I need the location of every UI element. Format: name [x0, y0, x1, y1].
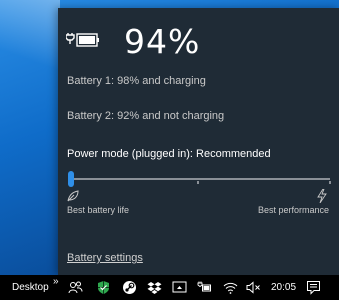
display-icon[interactable]: [172, 280, 187, 295]
slider-tick: [197, 181, 199, 184]
battery-settings-link[interactable]: Battery settings: [67, 252, 143, 264]
power-mode-slider-thumb[interactable]: [68, 171, 74, 187]
action-center-icon[interactable]: [306, 280, 321, 295]
slider-tick: [329, 181, 331, 184]
slider-left-label: Best battery life: [67, 205, 130, 215]
leaf-icon: [67, 190, 79, 202]
defender-icon[interactable]: [96, 280, 111, 295]
wifi-icon[interactable]: [223, 280, 238, 295]
volume-muted-icon[interactable]: [246, 280, 261, 295]
slider-right-label: Best performance: [257, 205, 329, 215]
people-icon[interactable]: [68, 280, 83, 295]
power-mode-slider-track[interactable]: [68, 178, 330, 180]
steam-icon[interactable]: [122, 280, 137, 295]
taskbar: Desktop » 20:05: [0, 275, 339, 300]
toolbar-chevron-icon[interactable]: »: [53, 276, 59, 287]
battery-icon[interactable]: [197, 280, 212, 295]
battery-flyout: 94% Battery 1: 98% and charging Battery …: [58, 8, 339, 275]
dropbox-icon[interactable]: [147, 280, 162, 295]
lightning-bolt-icon: [317, 189, 327, 203]
battery-1-status: Battery 1: 98% and charging: [67, 75, 206, 87]
battery-percentage: 94%: [124, 22, 201, 61]
battery-charging-icon: [66, 33, 99, 47]
power-mode-title: Power mode (plugged in): Recommended: [67, 148, 271, 160]
clock-time[interactable]: 20:05: [271, 282, 296, 293]
battery-2-status: Battery 2: 92% and not charging: [67, 110, 225, 122]
desktop-toolbar-label[interactable]: Desktop: [12, 282, 49, 293]
